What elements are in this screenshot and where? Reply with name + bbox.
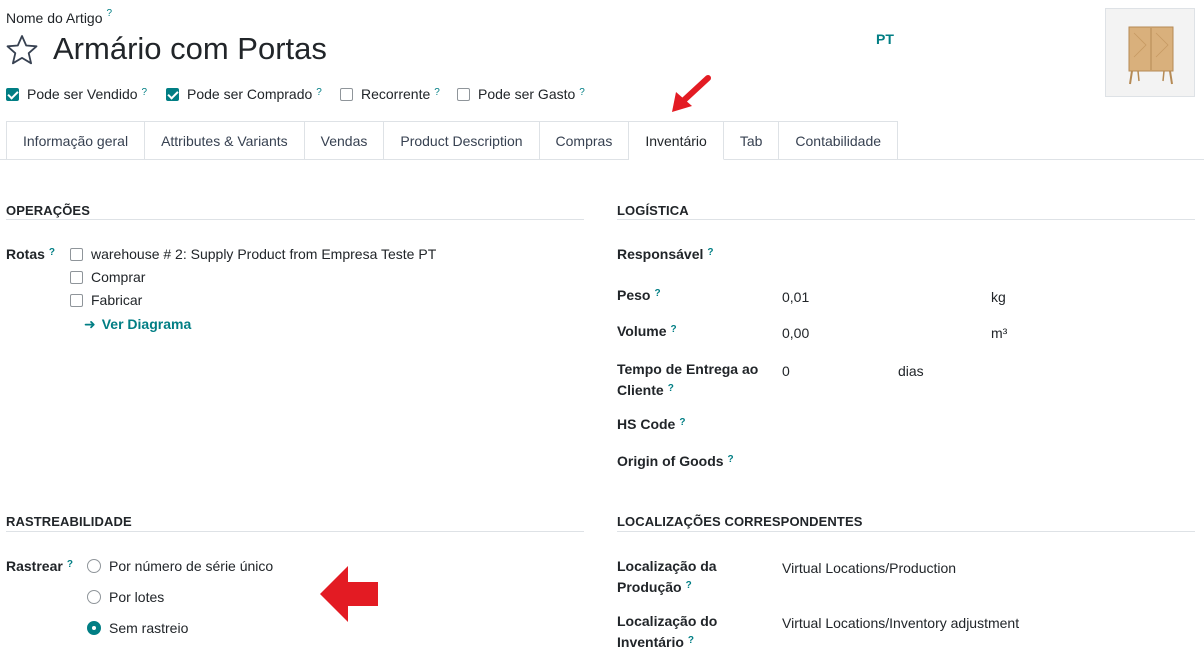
hs-code-label: HS Code? [617, 416, 686, 432]
tab-purchase[interactable]: Compras [539, 121, 630, 160]
help-icon[interactable]: ? [67, 559, 73, 570]
help-icon[interactable]: ? [671, 324, 677, 335]
annotation-left-arrow-icon [320, 566, 380, 625]
section-divider [617, 219, 1195, 220]
help-icon[interactable]: ? [434, 87, 440, 98]
customer-lead-time-label: Tempo de Entrega ao Cliente? [617, 361, 759, 398]
tab-attributes-variants[interactable]: Attributes & Variants [145, 121, 305, 160]
help-icon[interactable]: ? [654, 288, 660, 299]
tracking-option-none[interactable]: Sem rastreio [87, 620, 188, 636]
tab-accounting[interactable]: Contabilidade [779, 121, 899, 160]
route-item[interactable]: warehouse # 2: Supply Product from Empre… [70, 246, 436, 262]
help-icon[interactable]: ? [316, 87, 322, 98]
volume-label: Volume? [617, 323, 677, 339]
inventory-location-value[interactable]: Virtual Locations/Inventory adjustment [782, 615, 1019, 631]
help-icon[interactable]: ? [668, 383, 674, 394]
arrow-right-icon: ➜ [84, 316, 96, 332]
volume-unit: m³ [991, 325, 1008, 341]
route-item[interactable]: Comprar [70, 269, 145, 285]
tab-bar: Informação geral Attributes & Variants V… [6, 121, 899, 160]
help-icon[interactable]: ? [579, 87, 585, 98]
option-recurring[interactable]: Recorrente? [340, 86, 440, 102]
checkbox-checked[interactable] [166, 87, 179, 101]
product-image[interactable] [1105, 8, 1195, 97]
product-name-label: Nome do Artigo? [6, 8, 113, 26]
help-icon[interactable]: ? [728, 454, 734, 465]
responsible-label: Responsável? [617, 246, 714, 262]
radio-unchecked[interactable] [87, 590, 101, 604]
help-icon[interactable]: ? [686, 580, 692, 591]
help-icon[interactable]: ? [688, 635, 694, 646]
tab-product-description[interactable]: Product Description [384, 121, 540, 160]
checkbox-checked[interactable] [6, 87, 19, 101]
origin-of-goods-label: Origin of Goods? [617, 453, 734, 469]
section-divider [6, 219, 584, 220]
section-divider [6, 531, 584, 532]
favorite-star-icon[interactable] [6, 34, 38, 69]
radio-checked[interactable] [87, 621, 101, 635]
route-item[interactable]: Fabricar [70, 292, 142, 308]
checkbox-unchecked[interactable] [340, 87, 353, 101]
inventory-location-label: Localização do Inventário? [617, 613, 718, 650]
checkbox-unchecked[interactable] [70, 247, 83, 261]
section-operations-title: OPERAÇÕES [6, 203, 90, 218]
weight-label: Peso? [617, 287, 661, 303]
tracking-option-serial[interactable]: Por número de série único [87, 558, 273, 574]
section-divider [617, 531, 1195, 532]
tracking-option-lots[interactable]: Por lotes [87, 589, 164, 605]
weight-unit: kg [991, 289, 1006, 305]
lead-time-input[interactable]: 0 [782, 363, 790, 379]
section-logistics-title: LOGÍSTICA [617, 203, 689, 218]
option-can-be-purchased[interactable]: Pode ser Comprado? [166, 86, 322, 102]
checkbox-unchecked[interactable] [70, 270, 83, 284]
lead-time-unit: dias [898, 363, 924, 379]
cabinet-image [1106, 9, 1194, 96]
tab-tab[interactable]: Tab [723, 121, 780, 160]
option-can-be-expensed[interactable]: Pode ser Gasto? [457, 86, 585, 102]
checkbox-unchecked[interactable] [457, 87, 470, 101]
help-icon[interactable]: ? [707, 247, 713, 258]
routes-label: Rotas? [6, 246, 56, 262]
weight-input[interactable]: 0,01 [782, 289, 809, 305]
radio-unchecked[interactable] [87, 559, 101, 573]
product-name-field[interactable]: Armário com Portas [53, 31, 327, 67]
production-location-label: Localização da Produção? [617, 558, 717, 595]
section-locations-title: LOCALIZAÇÕES CORRESPONDENTES [617, 514, 863, 529]
help-icon[interactable]: ? [679, 417, 685, 428]
help-icon[interactable]: ? [107, 8, 113, 19]
section-traceability-title: RASTREABILIDADE [6, 514, 132, 529]
option-can-be-sold[interactable]: Pode ser Vendido? [6, 86, 147, 102]
production-location-value[interactable]: Virtual Locations/Production [782, 560, 956, 576]
tab-general-info[interactable]: Informação geral [6, 121, 146, 160]
help-icon[interactable]: ? [142, 87, 148, 98]
checkbox-unchecked[interactable] [70, 293, 83, 307]
language-button[interactable]: PT [876, 31, 894, 47]
help-icon[interactable]: ? [49, 247, 55, 258]
view-diagram-link[interactable]: ➜ Ver Diagrama [84, 316, 191, 333]
annotation-arrow-icon [668, 74, 714, 117]
tab-inventory[interactable]: Inventário [629, 121, 724, 160]
volume-input[interactable]: 0,00 [782, 325, 809, 341]
tab-sales[interactable]: Vendas [304, 121, 385, 160]
tracking-label: Rastrear? [6, 558, 73, 574]
